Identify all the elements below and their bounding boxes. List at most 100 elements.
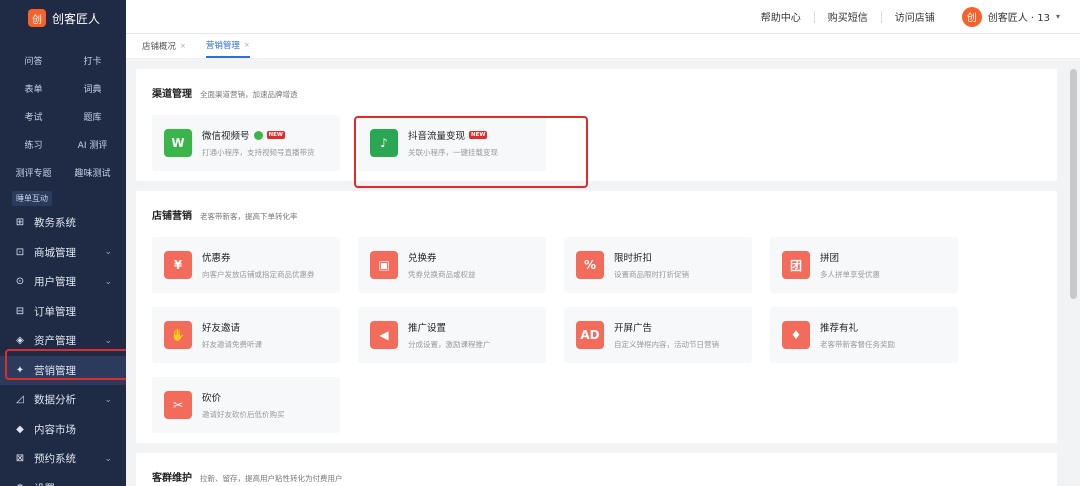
- edu-system-icon: ⊞: [15, 217, 25, 229]
- card-text: 砍价邀请好友砍价后低价购买: [202, 390, 285, 420]
- chevron-down-icon[interactable]: ⌄: [104, 395, 112, 405]
- card-desc: 凭券兑换商品或权益: [408, 270, 476, 279]
- card-desc: 邀请好友砍价后低价购买: [202, 410, 285, 419]
- section-header: 客群维护 拉新、留存，提高用户粘性转化为付费用户: [152, 469, 1043, 484]
- card-title-row: 兑换券: [408, 250, 476, 264]
- sidebar-item[interactable]: ◿ 数据分析 ⌄: [0, 385, 126, 415]
- sub-menu-item[interactable]: AI 测评: [63, 132, 122, 160]
- feature-card[interactable]: AD 开屏广告自定义弹框内容，活动节日营销: [564, 307, 752, 363]
- chevron-down-icon[interactable]: ⌄: [104, 336, 112, 346]
- buy-sms-link[interactable]: 购买短信: [815, 9, 881, 24]
- sidebar-nav: ⊞ 教务系统 ⊡ 商城管理 ⌄ ⊙ 用户管理 ⌄ ⊟ 订单管理 ◈ 资产管理 ⌄ ✦ 营销管理 ◿ 数据分析 ⌄ ◆…: [0, 208, 126, 486]
- tab-marketing[interactable]: 营销管理 ×: [205, 34, 250, 58]
- brand-logo[interactable]: 创 创客匠人: [0, 0, 126, 36]
- card-title-row: 推荐有礼: [820, 320, 895, 334]
- sidebar-item-label: 预约系统: [34, 453, 76, 466]
- section-title: 客群维护: [152, 473, 192, 484]
- tab-label: 店铺概况: [142, 42, 177, 52]
- discount-icon: %: [576, 251, 604, 279]
- ad-icon: AD: [576, 321, 604, 349]
- section-panel: 渠道管理 全面渠道营销，加速品牌增透 W 微信视频号 NEW 打通小程序，支持视频号直播带…: [136, 69, 1057, 188]
- sub-menu-item[interactable]: 表单: [4, 76, 63, 104]
- card-title: 优惠券: [202, 253, 231, 264]
- section-panel: 客群维护 拉新、留存，提高用户粘性转化为付费用户: [136, 453, 1057, 486]
- card-text: 开屏广告自定义弹框内容，活动节日营销: [614, 320, 719, 350]
- feature-card[interactable]: ✋ 好友邀请 好友邀请免费听课: [152, 307, 340, 363]
- card-title: 开屏广告: [614, 323, 653, 334]
- card-desc: 自定义弹框内容，活动节日营销: [614, 340, 719, 349]
- sidebar-item[interactable]: ⊟ 订单管理: [0, 297, 126, 327]
- feature-card[interactable]: % 限时折扣 设置商品限时打折促销: [564, 237, 752, 293]
- chevron-down-icon[interactable]: ⌄: [104, 277, 112, 287]
- chevron-down-icon[interactable]: ⌄: [104, 454, 112, 464]
- sidebar-item[interactable]: ⊠ 预约系统 ⌄: [0, 444, 126, 474]
- user-menu[interactable]: 创 创客匠人 · 13 ▾: [948, 6, 1060, 27]
- tab-store-overview[interactable]: 店铺概况 ×: [142, 34, 186, 58]
- card-text: 好友邀请 好友邀请免费听课: [202, 320, 262, 350]
- sidebar-item[interactable]: ⊞ 教务系统: [0, 208, 126, 238]
- sub-menu-item[interactable]: 趣味测试: [63, 160, 122, 188]
- card-grid: W 微信视频号 NEW 打通小程序，支持视频号直播带货 ♪ 抖音流量变现 NEW 关联小程序，…: [152, 115, 1043, 181]
- card-title: 微信视频号: [202, 131, 250, 142]
- card-title-row: 微信视频号 NEW: [202, 128, 315, 142]
- active-highlight-box: [5, 349, 126, 380]
- section-panel: 店铺营销 老客带新客，提高下单转化率 ¥ 优惠券 向客户发放店铺或指定商品优惠券 ▣ 兑换券…: [136, 191, 1057, 443]
- feature-card[interactable]: W 微信视频号 NEW 打通小程序，支持视频号直播带货: [152, 115, 340, 171]
- scrollbar[interactable]: [1067, 59, 1080, 486]
- avatar: 创: [961, 6, 982, 27]
- section-title: 店铺营销: [152, 211, 192, 222]
- verified-icon: [253, 130, 263, 140]
- feature-card[interactable]: ¥ 优惠券 向客户发放店铺或指定商品优惠券: [152, 237, 340, 293]
- card-title: 砍价: [202, 393, 222, 404]
- cart-icon: ⊡: [15, 246, 25, 258]
- feature-card[interactable]: ◀ 推广设置 分成设置，激励课程推广: [358, 307, 546, 363]
- section-header: 渠道管理 全面渠道营销，加速品牌增透: [152, 85, 1043, 100]
- logo-icon: 创: [28, 9, 46, 27]
- card-desc: 好友邀请免费听课: [202, 340, 262, 349]
- feature-card[interactable]: ✂ 砍价 邀请好友砍价后低价购买: [152, 377, 340, 433]
- feature-card[interactable]: 团拼团 多人拼单享受优惠: [770, 237, 958, 293]
- sub-menu-item[interactable]: 打卡: [63, 48, 122, 76]
- sidebar-item-label: 订单管理: [34, 305, 76, 318]
- card-text: 推荐有礼 老客带新客督任务奖励: [820, 320, 895, 350]
- feature-card[interactable]: ♦ 推荐有礼 老客带新客督任务奖励: [770, 307, 958, 363]
- card-desc: 设置商品限时打折促销: [614, 270, 689, 279]
- sub-menu-item[interactable]: 问答: [4, 48, 63, 76]
- page-tabs: 店铺概况 × 营销管理 ×: [126, 34, 1080, 59]
- sidebar-item[interactable]: ◆ 内容市场: [0, 415, 126, 445]
- new-badge: NEW: [266, 131, 285, 139]
- close-icon[interactable]: ×: [244, 41, 250, 49]
- feature-card[interactable]: ▣ 兑换券 凭券兑换商品或权益: [358, 237, 546, 293]
- sub-menu-item[interactable]: 题库: [63, 104, 122, 132]
- sidebar-item[interactable]: ⊙ 用户管理 ⌄: [0, 267, 126, 297]
- chevron-down-icon[interactable]: ⌄: [104, 247, 112, 257]
- scroll-thumb[interactable]: [1070, 69, 1077, 299]
- help-center-link[interactable]: 帮助中心: [748, 9, 814, 24]
- sub-menu-item[interactable]: 测评专题: [4, 160, 63, 188]
- section-desc: 老客带新客，提高下单转化率: [200, 212, 298, 221]
- card-title-row: 优惠券: [202, 250, 315, 264]
- sub-menu-grid: 问答 打卡 表单 词典 考试 题库 练习 AI 测评 测评专题 趣味测试: [0, 36, 126, 188]
- sidebar-item[interactable]: ⊡ 商城管理 ⌄: [0, 238, 126, 268]
- card-title-row: 拼团: [820, 250, 880, 264]
- card-text: 微信视频号 NEW 打通小程序，支持视频号直播带货: [202, 128, 315, 158]
- sub-item-partial[interactable]: [63, 36, 122, 48]
- sub-menu-item[interactable]: 练习: [4, 132, 63, 160]
- sidebar-item-label: 内容市场: [34, 423, 76, 436]
- sub-menu-item[interactable]: 考试: [4, 104, 63, 132]
- sidebar-item-label: 数据分析: [34, 394, 76, 407]
- sidebar: 创 创客匠人 问答 打卡 表单 词典 考试 题库 练习 AI 测评 测评专题 趣味测试 睡单互动 …: [0, 0, 126, 486]
- booking-icon: ⊠: [15, 453, 25, 465]
- sidebar-item[interactable]: ⚙设置⌄: [0, 474, 126, 486]
- card-title: 兑换券: [408, 253, 437, 264]
- sub-menu-item[interactable]: 词典: [63, 76, 122, 104]
- sidebar-item-label: 商城管理: [34, 246, 76, 259]
- main-content: 渠道管理 全面渠道营销，加速品牌增透 W 微信视频号 NEW 打通小程序，支持视频号直播带…: [126, 59, 1067, 486]
- sub-item-partial[interactable]: [4, 36, 63, 48]
- top-header: 帮助中心 购买短信 访问店铺 创 创客匠人 · 13 ▾: [126, 0, 1080, 34]
- visit-store-link[interactable]: 访问店铺: [882, 9, 948, 24]
- close-icon[interactable]: ×: [180, 42, 186, 50]
- card-title: 推广设置: [408, 323, 447, 334]
- card-text: 兑换券凭券兑换商品或权益: [408, 250, 476, 280]
- gift-icon: ♦: [782, 321, 810, 349]
